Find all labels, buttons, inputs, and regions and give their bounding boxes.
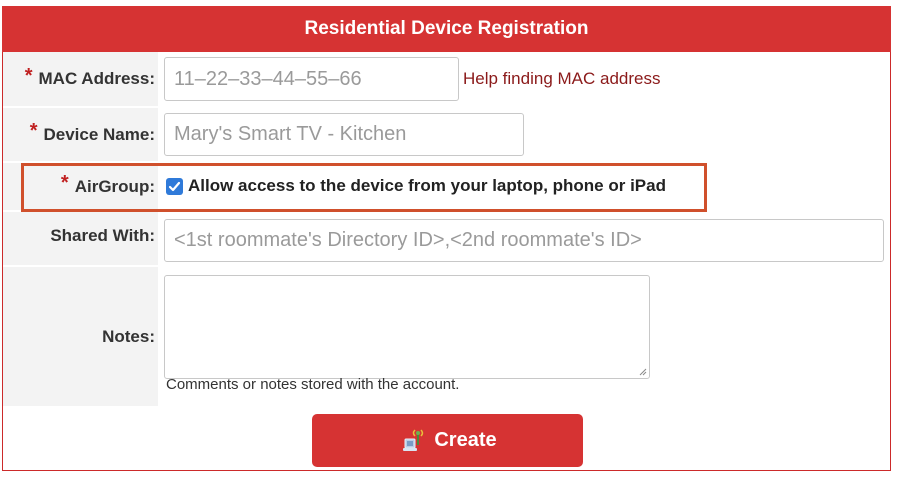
- shared-with-label-cell: Shared With:: [3, 212, 155, 265]
- create-button-label: Create: [434, 429, 497, 451]
- mac-address-label-cell: * MAC Address:: [3, 52, 155, 106]
- mac-address-input[interactable]: 11–22–33–44–55–66: [164, 57, 459, 101]
- notes-label: Notes:: [102, 326, 155, 346]
- resize-handle-icon[interactable]: [639, 368, 647, 376]
- device-name-input[interactable]: Mary's Smart TV - Kitchen: [164, 113, 524, 156]
- device-name-label: Device Name:: [43, 124, 155, 144]
- device-name-row: * Device Name: Mary's Smart TV - Kitchen: [3, 108, 890, 161]
- help-mac-link[interactable]: Help finding MAC address: [463, 69, 660, 89]
- wifi-device-icon: [403, 428, 424, 451]
- shared-with-label: Shared With:: [50, 225, 155, 245]
- shared-with-field-cell: <1st roommate's Directory ID>,<2nd roomm…: [158, 212, 890, 265]
- create-button[interactable]: Create: [312, 414, 583, 467]
- mac-address-field-cell: 11–22–33–44–55–66 Help finding MAC addre…: [158, 52, 890, 106]
- required-marker: *: [29, 120, 38, 142]
- notes-field-cell: Comments or notes stored with the accoun…: [158, 267, 890, 406]
- device-name-field-cell: Mary's Smart TV - Kitchen: [158, 108, 890, 161]
- airgroup-highlight-box: [21, 163, 707, 212]
- required-marker: *: [24, 64, 33, 87]
- notes-hint: Comments or notes stored with the accoun…: [166, 376, 460, 393]
- notes-row: Notes: Comments or notes stored with the…: [3, 267, 890, 406]
- notes-textarea[interactable]: [164, 275, 650, 379]
- device-name-label-cell: * Device Name:: [3, 108, 155, 161]
- shared-with-row: Shared With: <1st roommate's Directory I…: [3, 212, 890, 265]
- shared-with-input[interactable]: <1st roommate's Directory ID>,<2nd roomm…: [164, 219, 884, 262]
- notes-label-cell: Notes:: [3, 267, 155, 406]
- mac-address-row: * MAC Address: 11–22–33–44–55–66 Help fi…: [3, 52, 890, 106]
- form-title: Residential Device Registration: [2, 6, 891, 52]
- mac-address-label: MAC Address:: [38, 69, 156, 88]
